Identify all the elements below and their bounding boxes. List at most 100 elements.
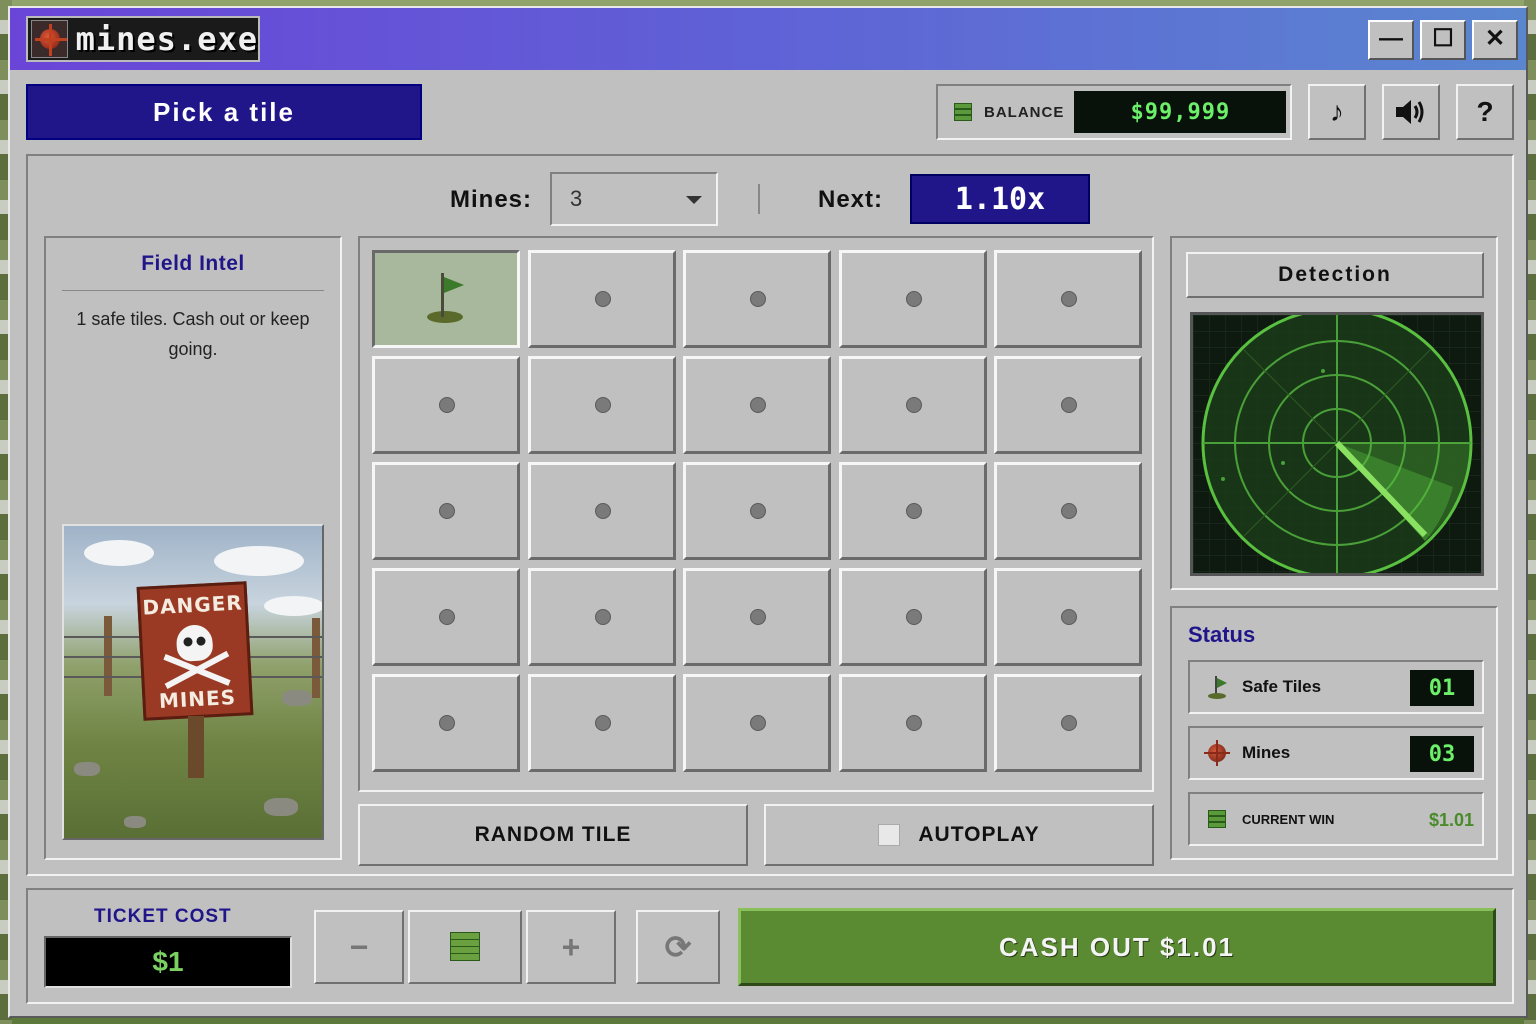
tile-r1-c4[interactable]	[838, 250, 987, 348]
title-bar: mines.exe — ☐ ✕	[10, 8, 1526, 70]
autoplay-checkbox[interactable]	[878, 824, 901, 846]
tile-r3-c4[interactable]	[838, 462, 987, 560]
refresh-icon: ⟳	[664, 929, 692, 965]
tile-r2-c2[interactable]	[527, 356, 676, 454]
mine-grid	[358, 236, 1154, 792]
tile-r1-c3[interactable]	[683, 250, 831, 348]
tile-r5-c5[interactable]	[994, 674, 1142, 772]
hidden-tile-dot	[439, 715, 455, 731]
tile-r4-c3[interactable]	[683, 568, 831, 666]
tile-r5-c3[interactable]	[683, 674, 831, 772]
current-win-label: CURRENT WIN	[1242, 811, 1335, 827]
tile-r4-c4[interactable]	[838, 568, 987, 666]
close-button[interactable]: ✕	[1472, 20, 1518, 60]
ticket-cost-value: $1	[44, 936, 292, 988]
danger-sign: DANGER MINES	[136, 581, 254, 721]
mine-icon	[31, 20, 68, 58]
autoplay-label: AUTOPLAY	[918, 823, 1040, 846]
divider	[758, 184, 760, 214]
tile-r3-c3[interactable]	[683, 462, 831, 560]
mines-row: Mines 03	[1188, 726, 1484, 780]
help-button[interactable]: ?	[1456, 84, 1514, 140]
tile-r1-c2[interactable]	[527, 250, 676, 348]
tile-r2-c3[interactable]	[683, 356, 831, 454]
mines-row: Mines: 3 Next: 1.10x	[28, 172, 1512, 226]
hidden-tile-dot	[1061, 291, 1077, 307]
divider	[62, 290, 324, 291]
mines-count-value: 03	[1410, 736, 1474, 772]
reset-button[interactable]: ⟳	[636, 910, 720, 984]
status-panel: Status Safe Tiles 01 Mines 03 CURRENT WI…	[1170, 606, 1498, 860]
detection-title: Detection	[1186, 252, 1484, 298]
tile-r2-c1[interactable]	[372, 356, 520, 454]
tile-r1-c5[interactable]	[994, 250, 1142, 348]
tile-r1-c1[interactable]	[372, 250, 520, 348]
ticket-cost-label: TICKET COST	[94, 906, 232, 927]
random-tile-button[interactable]: RANDOM TILE	[358, 804, 748, 866]
hidden-tile-dot	[1061, 715, 1077, 731]
mines-label: Mines:	[450, 186, 533, 213]
next-label: Next:	[818, 186, 884, 213]
cash-icon	[952, 101, 974, 123]
balance-label: BALANCE	[984, 103, 1065, 121]
chevron-down-icon	[686, 196, 702, 204]
maximize-button[interactable]: ☐	[1420, 20, 1466, 60]
cash-stack-button[interactable]	[408, 910, 522, 984]
hidden-tile-dot	[905, 397, 922, 413]
safe-tiles-row: Safe Tiles 01	[1188, 660, 1484, 714]
hidden-tile-dot	[750, 291, 766, 307]
tile-r3-c5[interactable]	[994, 462, 1142, 560]
music-button[interactable]: ♪	[1308, 84, 1366, 140]
sound-button[interactable]	[1382, 84, 1440, 140]
autoplay-button[interactable]: AUTOPLAY	[764, 804, 1154, 866]
increase-bet-button[interactable]: +	[526, 910, 616, 984]
current-win-row: CURRENT WIN $1.01	[1188, 792, 1484, 846]
tile-r2-c5[interactable]	[994, 356, 1142, 454]
cash-out-button[interactable]: CASH OUT $1.01	[738, 908, 1496, 986]
minimize-button[interactable]: —	[1368, 20, 1414, 60]
field-intel-message: 1 safe tiles. Cash out or keep going.	[76, 309, 310, 359]
hidden-tile-dot	[750, 503, 766, 519]
safe-tiles-value: 01	[1410, 670, 1474, 706]
hidden-tile-dot	[1061, 503, 1077, 519]
mines-select[interactable]: 3	[550, 172, 718, 226]
tile-r4-c5[interactable]	[994, 568, 1142, 666]
tile-r5-c2[interactable]	[527, 674, 676, 772]
hidden-tile-dot	[594, 503, 611, 519]
balance-value: $99,999	[1074, 91, 1287, 133]
tile-r3-c1[interactable]	[372, 462, 520, 560]
field-intel-panel: Field Intel 1 safe tiles. Cash out or ke…	[44, 236, 342, 860]
music-note-icon: ♪	[1330, 96, 1344, 127]
bottom-panel: TICKET COST $1 − + ⟳ CASH OUT $1.01	[26, 888, 1514, 1004]
current-win-value: $1.01	[1428, 810, 1474, 830]
tile-r2-c4[interactable]	[838, 356, 987, 454]
title-box: mines.exe	[26, 16, 260, 62]
hidden-tile-dot	[439, 397, 455, 413]
status-banner: Pick a tile	[26, 84, 422, 140]
tile-r4-c1[interactable]	[372, 568, 520, 666]
hidden-tile-dot	[750, 397, 766, 413]
safe-tiles-label: Safe Tiles	[1242, 677, 1322, 696]
hidden-tile-dot	[594, 609, 611, 625]
mine-icon	[1204, 740, 1230, 766]
hidden-tile-dot	[594, 715, 611, 731]
mines-count-label: Mines	[1242, 743, 1291, 762]
hidden-tile-dot	[1061, 609, 1077, 625]
status-title: Status	[1188, 622, 1256, 647]
hidden-tile-dot	[905, 715, 922, 731]
speaker-icon	[1396, 100, 1424, 124]
tile-r4-c2[interactable]	[527, 568, 676, 666]
mines-select-value: 3	[570, 186, 583, 211]
tile-r3-c2[interactable]	[527, 462, 676, 560]
hidden-tile-dot	[439, 503, 455, 519]
danger-sign-image: DANGER MINES	[62, 524, 324, 840]
tile-r5-c1[interactable]	[372, 674, 520, 772]
decrease-bet-button[interactable]: −	[314, 910, 404, 984]
balance-box: BALANCE $99,999	[936, 84, 1292, 140]
hidden-tile-dot	[1061, 397, 1077, 413]
game-panel: Mines: 3 Next: 1.10x Field Intel 1 safe …	[26, 154, 1514, 876]
tile-r5-c4[interactable]	[838, 674, 987, 772]
sign-text-top: DANGER	[141, 590, 244, 620]
cash-icon	[1204, 806, 1230, 832]
hidden-tile-dot	[750, 715, 766, 731]
